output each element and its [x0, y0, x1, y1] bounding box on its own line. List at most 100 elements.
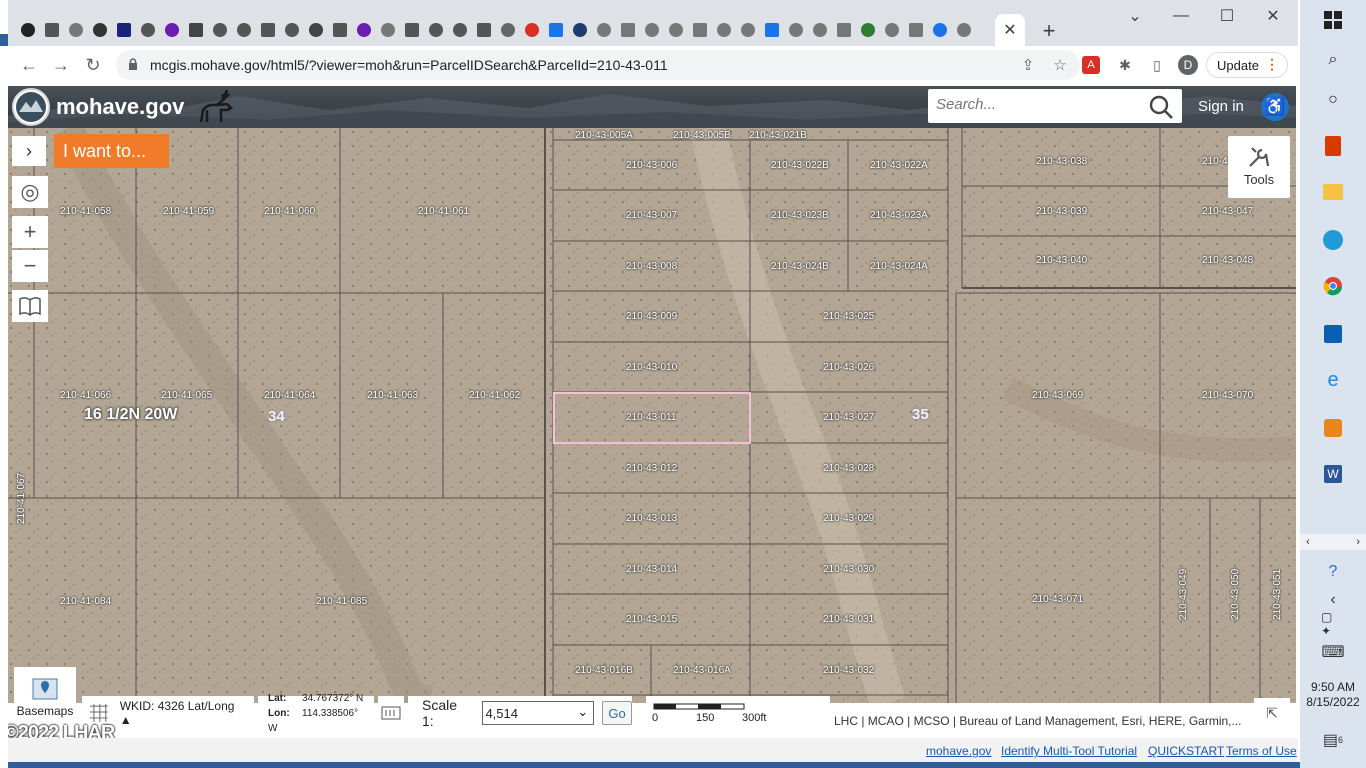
parcel-label[interactable]: 210-41-059	[163, 206, 214, 217]
basemaps-button[interactable]: Basemaps	[14, 667, 76, 725]
parcel-label[interactable]: 210-41-058	[60, 206, 111, 217]
footer-link-quickstart[interactable]: QUICKSTART	[1148, 744, 1224, 758]
tab-favicon[interactable]	[856, 18, 880, 42]
tab-favicon[interactable]	[136, 18, 160, 42]
tab-favicon[interactable]	[328, 18, 352, 42]
tab-favicon[interactable]	[664, 18, 688, 42]
parcel-label[interactable]: 210-43-021B	[749, 130, 807, 141]
side-panel-icon[interactable]: ▯	[1146, 54, 1168, 76]
parcel-label[interactable]: 210-43-048	[1202, 255, 1253, 266]
tab-favicon[interactable]	[784, 18, 808, 42]
zoom-in-button[interactable]: +	[12, 216, 48, 248]
search-icon[interactable]: ⌕	[1321, 48, 1345, 72]
parcel-label[interactable]: 210-43-049	[1178, 569, 1189, 620]
close-window-icon[interactable]: ✕	[1258, 4, 1288, 28]
notifications-icon[interactable]: ▤ 6	[1321, 728, 1345, 752]
parcel-label[interactable]: 210-43-005B	[673, 130, 731, 141]
parcel-label[interactable]: 210-43-038	[1036, 156, 1087, 167]
parcel-label[interactable]: 210-43-011	[626, 412, 676, 423]
tab-favicon[interactable]	[904, 18, 928, 42]
file-explorer-icon[interactable]	[1321, 180, 1345, 204]
parcel-label[interactable]: 210-43-013	[626, 513, 677, 524]
collapse-overview-icon[interactable]: ⇱	[1254, 698, 1290, 728]
search-input[interactable]	[936, 96, 1146, 113]
tab-favicon[interactable]	[352, 18, 376, 42]
reload-icon[interactable]: ↻	[80, 52, 106, 78]
edge-icon[interactable]	[1321, 228, 1345, 252]
parcel-label[interactable]: 210-43-069	[1032, 390, 1083, 401]
tab-favicon[interactable]	[808, 18, 832, 42]
internet-explorer-icon[interactable]: e	[1321, 368, 1345, 392]
parcel-label[interactable]: 210-43-016B	[575, 665, 633, 676]
scroll-left-icon[interactable]: ‹	[1306, 536, 1310, 548]
more-menu-icon[interactable]: ⋮	[1265, 56, 1279, 73]
parcel-label[interactable]: 210-43-031	[823, 614, 874, 625]
media-player-icon[interactable]	[1321, 416, 1345, 440]
parcel-label[interactable]: 210-43-022A	[870, 160, 928, 171]
tab-favicon[interactable]	[112, 18, 136, 42]
extensions-icon[interactable]: ✱	[1114, 54, 1136, 76]
tab-favicon[interactable]	[568, 18, 592, 42]
tab-favicon[interactable]	[184, 18, 208, 42]
legend-book-icon[interactable]	[12, 290, 48, 322]
sign-in-link[interactable]: Sign in	[1198, 98, 1244, 115]
parcel-label[interactable]: 210-43-012	[626, 463, 677, 474]
tab-favicon[interactable]	[40, 18, 64, 42]
footer-link-tutorial[interactable]: Identify Multi-Tool Tutorial	[1001, 744, 1137, 758]
tab-favicon[interactable]	[712, 18, 736, 42]
parcel-label[interactable]: 210-4	[1202, 156, 1228, 167]
parcel-label[interactable]: 210-43-023A	[870, 210, 928, 221]
office-icon[interactable]	[1321, 134, 1345, 158]
tab-favicon[interactable]	[616, 18, 640, 42]
parcel-label[interactable]: 210-43-070	[1202, 390, 1253, 401]
parcel-label[interactable]: 210-43-008	[626, 261, 677, 272]
accessibility-icon[interactable]: ♿	[1261, 93, 1289, 121]
tab-favicon[interactable]	[880, 18, 904, 42]
zoom-out-button[interactable]: −	[12, 250, 48, 282]
parcel-label[interactable]: 210-43-024A	[870, 261, 928, 272]
windows-start-icon[interactable]	[1321, 8, 1345, 32]
parcel-label[interactable]: 210-43-029	[823, 513, 874, 524]
share-icon[interactable]: ⇪	[1018, 55, 1038, 75]
parcel-label[interactable]: 210-43-024B	[771, 261, 829, 272]
tab-favicon[interactable]	[832, 18, 856, 42]
tools-button[interactable]: Tools	[1228, 136, 1290, 198]
cortana-icon[interactable]: ○	[1321, 88, 1345, 112]
parcel-label[interactable]: 210-43-039	[1036, 206, 1087, 217]
parcel-label[interactable]: 210-41-084	[60, 596, 111, 607]
bookmark-star-icon[interactable]: ☆	[1050, 55, 1070, 75]
parcel-label[interactable]: 210-41-063	[367, 390, 418, 401]
parcel-label[interactable]: 210-43-010	[626, 362, 677, 373]
parcel-label[interactable]: 210-43-032	[823, 665, 874, 676]
parcel-label[interactable]: 210-41-085	[316, 596, 367, 607]
address-bar[interactable]: mcgis.mohave.gov/html5/?viewer=moh&run=P…	[116, 50, 1080, 80]
go-button[interactable]: Go	[602, 701, 632, 725]
search-icon[interactable]	[1148, 94, 1174, 120]
scale-select[interactable]: 4,514 ⌄	[482, 701, 595, 725]
parcel-label[interactable]: 210-41-065	[161, 390, 212, 401]
taskbar-scroll[interactable]: ‹ ›	[1300, 534, 1366, 550]
tab-favicon[interactable]	[376, 18, 400, 42]
parcel-label[interactable]: 210-43-007	[626, 210, 677, 221]
expand-panel-button[interactable]: ›	[12, 136, 46, 166]
parcel-label[interactable]: 210-43-028	[823, 463, 874, 474]
parcel-label[interactable]: 210-43-006	[626, 160, 677, 171]
tab-favicon[interactable]	[592, 18, 616, 42]
forward-icon[interactable]: →	[48, 52, 74, 78]
parcel-label[interactable]: 210-43-009	[626, 311, 677, 322]
my-location-icon[interactable]: ◎	[12, 176, 48, 208]
tab-favicon[interactable]	[256, 18, 280, 42]
parcel-label[interactable]: 210-43-027	[823, 412, 874, 423]
update-button[interactable]: Update ⋮	[1206, 52, 1288, 78]
tab-favicon[interactable]	[64, 18, 88, 42]
tab-favicon[interactable]	[472, 18, 496, 42]
tab-favicon[interactable]	[760, 18, 784, 42]
parcel-label[interactable]: 210-43-015	[626, 614, 677, 625]
parcel-label[interactable]: 210-41-066	[60, 390, 111, 401]
footer-link-terms[interactable]: Terms of Use	[1226, 744, 1297, 758]
tab-favicon[interactable]	[400, 18, 424, 42]
new-tab-button[interactable]: +	[1036, 18, 1062, 44]
parcel-label[interactable]: 210-43-022B	[771, 160, 829, 171]
minimize-icon[interactable]: —	[1166, 4, 1196, 28]
parcel-label[interactable]: 210-43-071	[1032, 594, 1083, 605]
